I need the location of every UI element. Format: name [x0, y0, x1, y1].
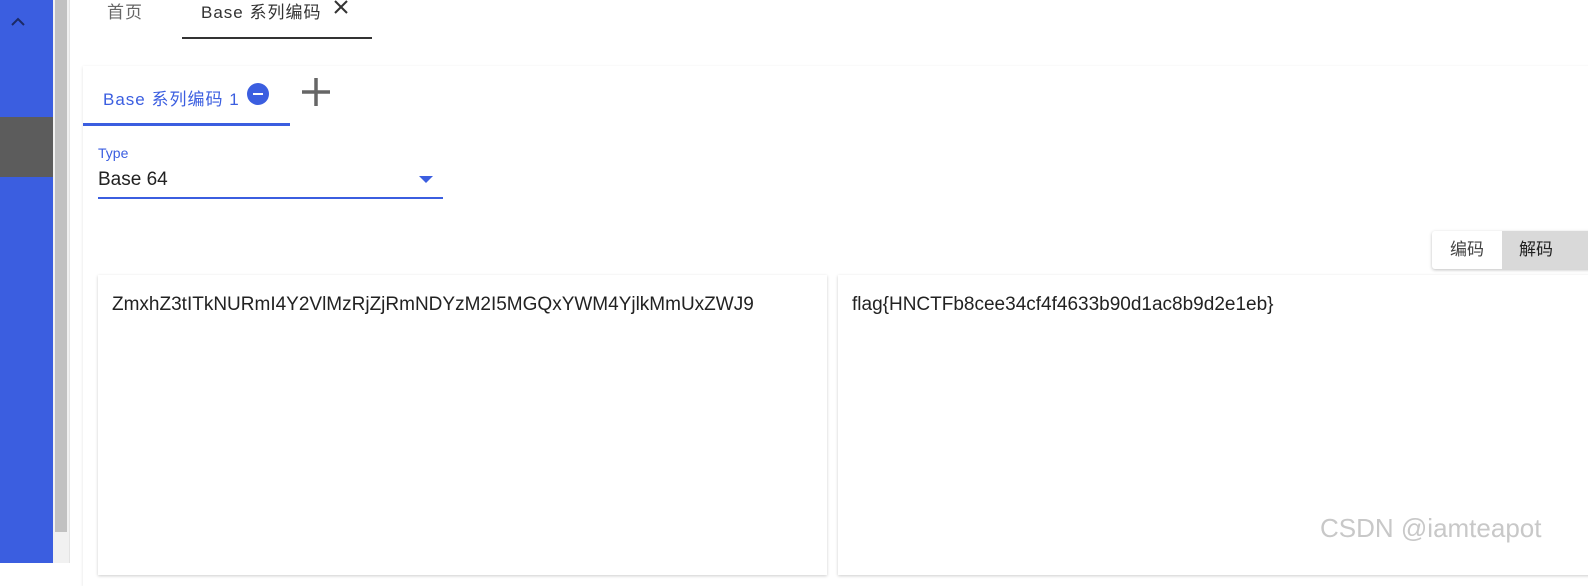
chevron-up-icon[interactable] [8, 12, 28, 32]
caret-down-icon [419, 176, 433, 183]
top-tab-bar: 首页 Base 系列编码 [70, 0, 1588, 40]
sidebar [0, 0, 53, 563]
type-label: Type [98, 145, 129, 161]
sidebar-item-active[interactable] [0, 117, 53, 177]
watermark: CSDN @iamteapot [1320, 513, 1542, 543]
subtab-label: Base 系列编码 1 [103, 90, 240, 109]
decode-button[interactable]: 解码 [1502, 231, 1588, 269]
mode-toggle: 编码 解码 [1432, 231, 1588, 269]
plus-icon[interactable] [300, 76, 332, 108]
tab-base-encoding[interactable]: Base 系列编码 [182, 0, 372, 39]
close-icon[interactable] [332, 0, 350, 16]
subtab-base-encoding-1[interactable]: Base 系列编码 1 [83, 66, 290, 126]
input-text: ZmxhZ3tITkNURmI4Y2VlMzRjZjRmNDYzM2I5MGQx… [112, 294, 754, 315]
encode-button[interactable]: 编码 [1432, 231, 1502, 269]
minus-circle-icon[interactable] [247, 83, 269, 105]
input-textarea[interactable]: ZmxhZ3tITkNURmI4Y2VlMzRjZjRmNDYzM2I5MGQx… [98, 275, 827, 575]
scrollbar-thumb[interactable] [55, 0, 67, 532]
tab-home[interactable]: 首页 [107, 0, 143, 23]
type-select[interactable]: Base 64 [98, 165, 443, 199]
output-text: flag{HNCTFb8cee34cf4f4633b90d1ac8b9d2e1e… [852, 294, 1274, 315]
type-select-value: Base 64 [98, 169, 168, 190]
tab-base-encoding-label: Base 系列编码 [201, 3, 322, 22]
